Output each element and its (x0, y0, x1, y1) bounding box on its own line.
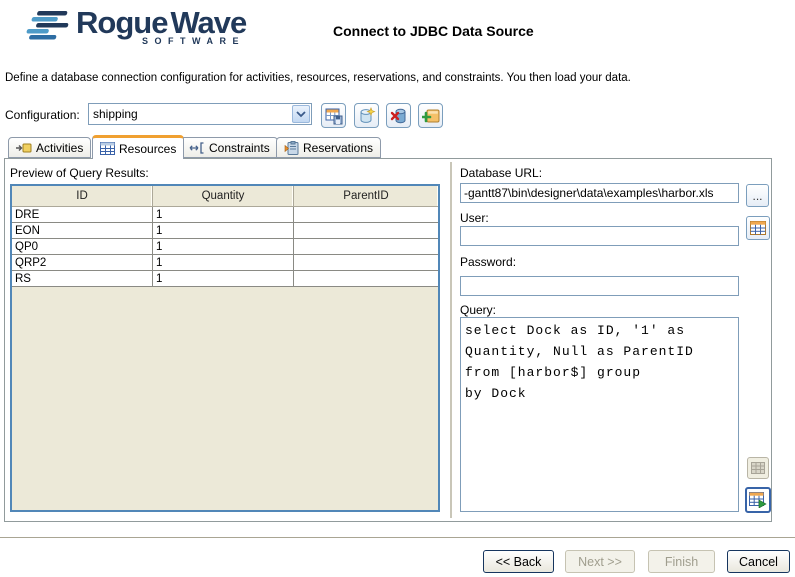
next-button: Next >> (565, 550, 635, 573)
column-header-quantity[interactable]: Quantity (153, 186, 294, 206)
delete-database-connection-button[interactable] (386, 103, 411, 128)
show-tables-button[interactable] (746, 216, 770, 240)
tab-constraints[interactable]: Constraints (180, 137, 278, 158)
password-input[interactable] (460, 276, 739, 296)
finish-button: Finish (648, 550, 715, 573)
cell-id: QP0 (12, 239, 153, 255)
table-row[interactable]: DRE 1 (12, 207, 438, 223)
query-results-table[interactable]: ID Quantity ParentID DRE 1 EON 1 QP0 1 Q… (10, 184, 440, 512)
query-label: Query: (460, 303, 496, 317)
table-row[interactable]: EON 1 (12, 223, 438, 239)
tab-label: Activities (36, 141, 83, 155)
preview-results-label: Preview of Query Results: (10, 166, 149, 180)
cell-parentid (294, 271, 438, 287)
resources-grid-icon (100, 142, 115, 155)
cell-quantity: 1 (153, 207, 294, 223)
table-icon (750, 221, 766, 235)
user-label: User: (460, 211, 489, 225)
new-database-connection-button[interactable] (354, 103, 379, 128)
table-save-icon (325, 107, 343, 125)
database-url-label: Database URL: (460, 166, 542, 180)
activities-arrow-box-icon (16, 141, 32, 155)
database-new-icon (358, 107, 376, 125)
combobox-dropdown-button[interactable] (292, 105, 310, 123)
brand-name: RogueWave (76, 6, 246, 40)
table-row[interactable]: QP0 1 (12, 239, 438, 255)
back-button[interactable]: << Back (483, 550, 554, 573)
cell-parentid (294, 207, 438, 223)
database-url-input[interactable] (460, 183, 739, 203)
cell-quantity: 1 (153, 239, 294, 255)
page-title: Connect to JDBC Data Source (333, 23, 534, 39)
roguewave-logo: RogueWave SOFTWARE (26, 6, 246, 48)
column-header-parentid[interactable]: ParentID (294, 186, 438, 206)
page-add-icon (422, 107, 440, 125)
cell-id: EON (12, 223, 153, 239)
user-input[interactable] (460, 226, 739, 246)
table-row[interactable]: QRP2 1 (12, 255, 438, 271)
tab-resources[interactable]: Resources (92, 135, 184, 159)
run-query-table-icon (749, 492, 767, 508)
configuration-value: shipping (89, 107, 291, 121)
cancel-button[interactable]: Cancel (727, 550, 790, 573)
table-row[interactable]: RS 1 (12, 271, 438, 287)
table-header-row: ID Quantity ParentID (12, 186, 438, 207)
cell-id: DRE (12, 207, 153, 223)
footer-separator (0, 537, 795, 539)
tab-label: Reservations (303, 141, 373, 155)
run-query-button[interactable] (745, 487, 771, 513)
tab-activities[interactable]: Activities (8, 137, 91, 158)
column-header-id[interactable]: ID (12, 186, 153, 206)
panel-divider (450, 162, 452, 518)
save-configuration-button[interactable] (321, 103, 346, 128)
browse-button[interactable]: ... (746, 184, 769, 207)
cell-parentid (294, 223, 438, 239)
table-disabled-icon (751, 462, 765, 474)
cell-id: QRP2 (12, 255, 153, 271)
cell-quantity: 1 (153, 223, 294, 239)
configuration-label: Configuration: (5, 108, 80, 122)
tab-label: Constraints (209, 141, 270, 155)
wizard-description: Define a database connection configurati… (5, 72, 787, 84)
logo-text: RogueWave SOFTWARE (76, 6, 246, 46)
wave-logo-icon (26, 6, 70, 48)
cell-parentid (294, 239, 438, 255)
brand-subtitle: SOFTWARE (142, 36, 246, 46)
configuration-combobox[interactable]: shipping (88, 103, 312, 125)
cell-quantity: 1 (153, 271, 294, 287)
add-item-button[interactable] (418, 103, 443, 128)
cell-quantity: 1 (153, 255, 294, 271)
preview-table-button-disabled (747, 457, 769, 479)
tab-label: Resources (119, 142, 176, 156)
chevron-down-icon (296, 111, 306, 118)
cell-id: RS (12, 271, 153, 287)
password-label: Password: (460, 255, 516, 269)
jdbc-wizard-dialog: RogueWave SOFTWARE Connect to JDBC Data … (0, 0, 795, 577)
constraints-link-icon (188, 142, 205, 154)
reservations-clipboard-icon (284, 141, 299, 155)
cell-parentid (294, 255, 438, 271)
tab-reservations[interactable]: Reservations (276, 137, 381, 158)
database-delete-icon (390, 107, 408, 125)
query-textarea[interactable]: select Dock as ID, '1' as Quantity, Null… (460, 317, 739, 512)
